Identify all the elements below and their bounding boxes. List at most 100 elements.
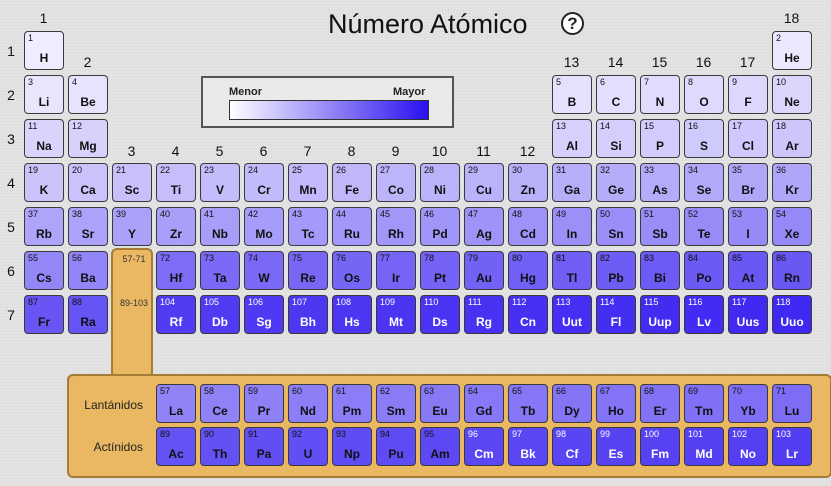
element-tc[interactable]: 43 Tc (288, 207, 328, 246)
element-mg[interactable]: 12 Mg (68, 119, 108, 158)
element-w[interactable]: 74 W (244, 251, 284, 290)
element-rh[interactable]: 45 Rh (376, 207, 416, 246)
element-u[interactable]: 92 U (288, 427, 328, 466)
element-cn[interactable]: 112 Cn (508, 295, 548, 334)
element-ne[interactable]: 10 Ne (772, 75, 812, 114)
element-ni[interactable]: 28 Ni (420, 163, 460, 202)
element-sr[interactable]: 38 Sr (68, 207, 108, 246)
element-zr[interactable]: 40 Zr (156, 207, 196, 246)
element-rn[interactable]: 86 Rn (772, 251, 812, 290)
element-p[interactable]: 15 P (640, 119, 680, 158)
element-sg[interactable]: 106 Sg (244, 295, 284, 334)
element-in[interactable]: 49 In (552, 207, 592, 246)
element-sm[interactable]: 62 Sm (376, 384, 416, 423)
element-pd[interactable]: 46 Pd (420, 207, 460, 246)
element-pr[interactable]: 59 Pr (244, 384, 284, 423)
element-sc[interactable]: 21 Sc (112, 163, 152, 202)
element-xe[interactable]: 54 Xe (772, 207, 812, 246)
element-er[interactable]: 68 Er (640, 384, 680, 423)
element-rb[interactable]: 37 Rb (24, 207, 64, 246)
element-pt[interactable]: 78 Pt (420, 251, 460, 290)
element-pu[interactable]: 94 Pu (376, 427, 416, 466)
element-se[interactable]: 34 Se (684, 163, 724, 202)
element-he[interactable]: 2 He (772, 31, 812, 70)
element-yb[interactable]: 70 Yb (728, 384, 768, 423)
element-s[interactable]: 16 S (684, 119, 724, 158)
element-c[interactable]: 6C (596, 75, 636, 114)
element-na[interactable]: 11 Na (24, 119, 64, 158)
element-eu[interactable]: 63 Eu (420, 384, 460, 423)
element-cd[interactable]: 48 Cd (508, 207, 548, 246)
element-hs[interactable]: 108 Hs (332, 295, 372, 334)
element-ti[interactable]: 22 Ti (156, 163, 196, 202)
element-no[interactable]: 102 No (728, 427, 768, 466)
element-md[interactable]: 101 Md (684, 427, 724, 466)
element-li[interactable]: 3 Li (24, 75, 64, 114)
element-hg[interactable]: 80 Hg (508, 251, 548, 290)
element-nb[interactable]: 41 Nb (200, 207, 240, 246)
element-zn[interactable]: 30 Zn (508, 163, 548, 202)
element-uus[interactable]: 117 Uus (728, 295, 768, 334)
element-co[interactable]: 27 Co (376, 163, 416, 202)
element-ho[interactable]: 67 Ho (596, 384, 636, 423)
element-cr[interactable]: 24 Cr (244, 163, 284, 202)
element-gd[interactable]: 64 Gd (464, 384, 504, 423)
element-pa[interactable]: 91 Pa (244, 427, 284, 466)
element-sn[interactable]: 50 Sn (596, 207, 636, 246)
element-nd[interactable]: 60 Nd (288, 384, 328, 423)
element-au[interactable]: 79 Au (464, 251, 504, 290)
element-lv[interactable]: 116 Lv (684, 295, 724, 334)
element-fl[interactable]: 114 Fl (596, 295, 636, 334)
element-db[interactable]: 105 Db (200, 295, 240, 334)
element-tl[interactable]: 81 Tl (552, 251, 592, 290)
element-bh[interactable]: 107 Bh (288, 295, 328, 334)
element-n[interactable]: 7N (640, 75, 680, 114)
element-uup[interactable]: 115 Uup (640, 295, 680, 334)
element-f[interactable]: 9F (728, 75, 768, 114)
element-ac[interactable]: 89 Ac (156, 427, 196, 466)
element-ru[interactable]: 44 Ru (332, 207, 372, 246)
element-si[interactable]: 14 Si (596, 119, 636, 158)
element-np[interactable]: 93 Np (332, 427, 372, 466)
element-la[interactable]: 57 La (156, 384, 196, 423)
element-cf[interactable]: 98 Cf (552, 427, 592, 466)
element-pm[interactable]: 61 Pm (332, 384, 372, 423)
help-button[interactable]: ? (561, 12, 584, 35)
element-ag[interactable]: 47 Ag (464, 207, 504, 246)
element-fr[interactable]: 87 Fr (24, 295, 64, 334)
element-rf[interactable]: 104 Rf (156, 295, 196, 334)
element-tm[interactable]: 69 Tm (684, 384, 724, 423)
element-ra[interactable]: 88 Ra (68, 295, 108, 334)
element-be[interactable]: 4 Be (68, 75, 108, 114)
element-k[interactable]: 19 K (24, 163, 64, 202)
element-pb[interactable]: 82 Pb (596, 251, 636, 290)
element-po[interactable]: 84 Po (684, 251, 724, 290)
element-ge[interactable]: 32 Ge (596, 163, 636, 202)
element-bk[interactable]: 97 Bk (508, 427, 548, 466)
element-ba[interactable]: 56 Ba (68, 251, 108, 290)
element-lu[interactable]: 71 Lu (772, 384, 812, 423)
element-i[interactable]: 53 I (728, 207, 768, 246)
element-lr[interactable]: 103 Lr (772, 427, 812, 466)
element-kr[interactable]: 36 Kr (772, 163, 812, 202)
element-es[interactable]: 99 Es (596, 427, 636, 466)
element-ds[interactable]: 110 Ds (420, 295, 460, 334)
element-h[interactable]: 1H (24, 31, 64, 70)
element-cu[interactable]: 29 Cu (464, 163, 504, 202)
element-y[interactable]: 39 Y (112, 207, 152, 246)
element-ir[interactable]: 77 Ir (376, 251, 416, 290)
element-hf[interactable]: 72 Hf (156, 251, 196, 290)
element-fm[interactable]: 100 Fm (640, 427, 680, 466)
element-sb[interactable]: 51 Sb (640, 207, 680, 246)
element-tb[interactable]: 65 Tb (508, 384, 548, 423)
element-cm[interactable]: 96 Cm (464, 427, 504, 466)
element-mo[interactable]: 42 Mo (244, 207, 284, 246)
element-cl[interactable]: 17 Cl (728, 119, 768, 158)
element-b[interactable]: 5B (552, 75, 592, 114)
element-at[interactable]: 85 At (728, 251, 768, 290)
element-mt[interactable]: 109 Mt (376, 295, 416, 334)
element-v[interactable]: 23 V (200, 163, 240, 202)
element-ca[interactable]: 20 Ca (68, 163, 108, 202)
element-ta[interactable]: 73 Ta (200, 251, 240, 290)
element-o[interactable]: 8O (684, 75, 724, 114)
